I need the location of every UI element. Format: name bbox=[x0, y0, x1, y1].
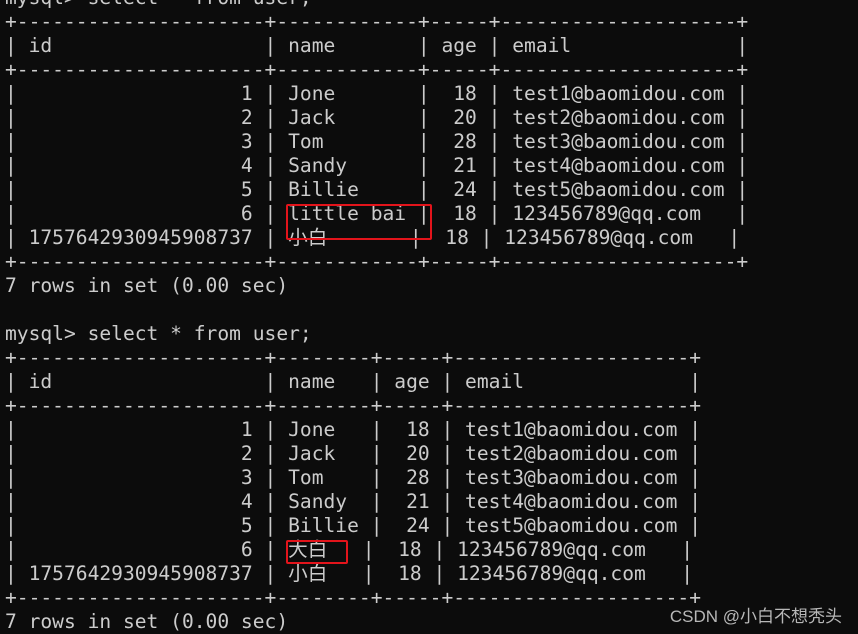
table-border: +---------------------+------------+----… bbox=[5, 58, 749, 81]
table-row: | 5 | Billie | 24 | test5@baomidou.com | bbox=[5, 514, 701, 537]
sql-prompt-line: mysql> select * from user; bbox=[5, 322, 312, 345]
table-row: | 1 | Jone | 18 | test1@baomidou.com | bbox=[5, 418, 701, 441]
table-row: | 5 | Billie | 24 | test5@baomidou.com | bbox=[5, 178, 749, 201]
csdn-watermark: CSDN @小白不想秃头 bbox=[669, 607, 842, 626]
table-header-row: | id | name | age | email | bbox=[5, 34, 749, 57]
result-summary: 7 rows in set (0.00 sec) bbox=[5, 610, 289, 633]
table-border: +---------------------+------------+----… bbox=[5, 10, 749, 33]
sql-prompt-line: mysql> select * from user; bbox=[5, 0, 748, 10]
table-row: | 1757642930945908737 | 小白 | 18 | 123456… bbox=[5, 562, 693, 585]
table-row: | 2 | Jack | 20 | test2@baomidou.com | bbox=[5, 442, 701, 465]
highlight-box bbox=[286, 204, 433, 240]
table-row: | 2 | Jack | 20 | test2@baomidou.com | bbox=[5, 106, 749, 129]
result-summary: 7 rows in set (0.00 sec) bbox=[5, 274, 289, 297]
table-border: +---------------------+--------+-----+--… bbox=[5, 394, 701, 417]
table-row: | 3 | Tom | 28 | test3@baomidou.com | bbox=[5, 130, 749, 153]
table-border: +---------------------+--------+-----+--… bbox=[5, 346, 701, 369]
table-row: | 4 | Sandy | 21 | test4@baomidou.com | bbox=[5, 490, 701, 513]
terminal-output: mysql> select * from user;+-------------… bbox=[5, 0, 748, 634]
table-border: +---------------------+------------+----… bbox=[5, 250, 749, 273]
highlight-box bbox=[286, 540, 349, 564]
table-header-row: | id | name | age | email | bbox=[5, 370, 701, 393]
table-row: | 6 | 大白 | 18 | 123456789@qq.com | bbox=[5, 538, 693, 561]
table-row: | 4 | Sandy | 21 | test4@baomidou.com | bbox=[5, 154, 749, 177]
table-row: | 1 | Jone | 18 | test1@baomidou.com | bbox=[5, 82, 749, 105]
table-border: +---------------------+--------+-----+--… bbox=[5, 586, 701, 609]
table-row: | 3 | Tom | 28 | test3@baomidou.com | bbox=[5, 466, 701, 489]
